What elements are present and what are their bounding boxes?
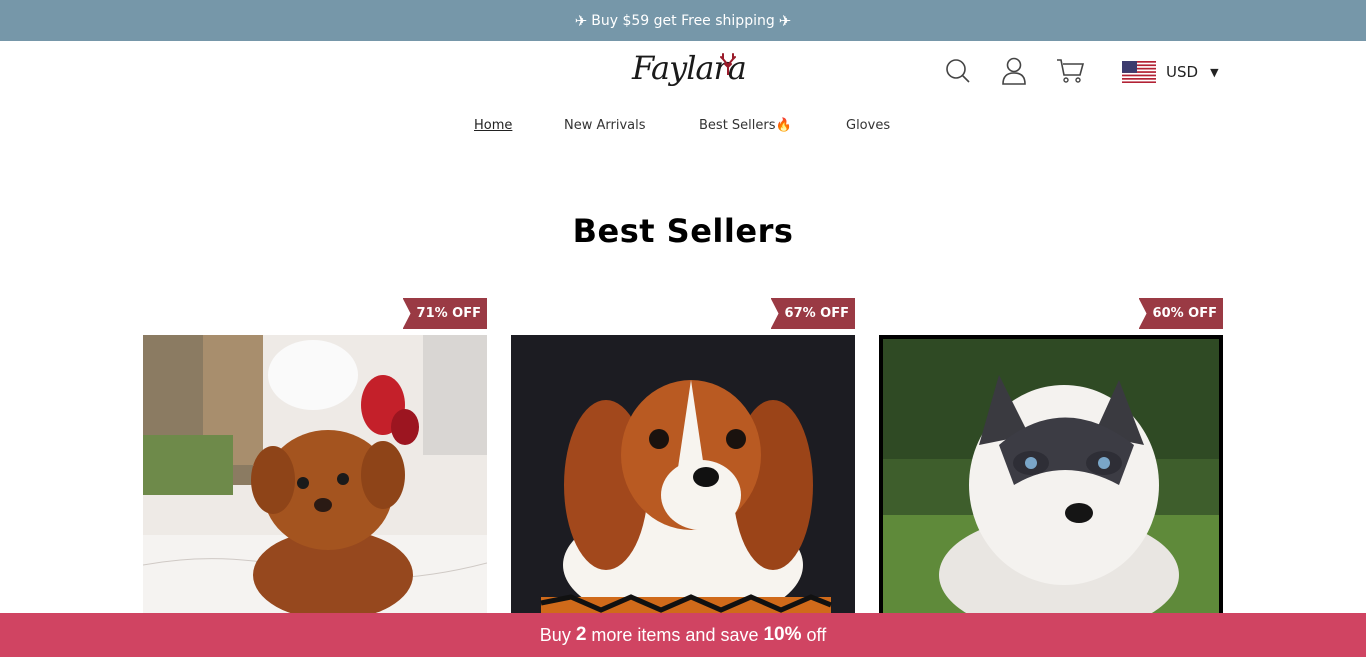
cart-icon[interactable] <box>1056 57 1084 85</box>
account-icon[interactable] <box>1000 57 1028 85</box>
product-image-poodle-puppy[interactable] <box>143 335 487 615</box>
discount-badge: 67% OFF <box>770 298 855 329</box>
site-logo[interactable]: Faylara <box>632 47 747 103</box>
site-header: Faylara USD ▼ <box>0 41 1366 105</box>
product-card[interactable]: 67% OFF <box>511 298 855 618</box>
promo-prefix: Buy <box>539 624 571 645</box>
promo-bar[interactable]: Buy 2 more items and save 10% off <box>0 613 1366 657</box>
announcement-text: Buy $59 get Free shipping <box>591 12 775 29</box>
promo-count: 2 <box>575 624 587 645</box>
nav-item-new-arrivals[interactable]: New Arrivals <box>564 118 646 133</box>
nav-item-best-sellers[interactable]: Best Sellers🔥 <box>699 118 792 133</box>
product-image-husky-puppy[interactable] <box>879 335 1223 615</box>
section-title: Best Sellers <box>572 212 794 250</box>
currency-label: USD <box>1166 63 1199 81</box>
discount-badge: 71% OFF <box>402 298 487 329</box>
product-card[interactable]: 60% OFF <box>879 298 1223 618</box>
antler-icon <box>720 53 736 75</box>
main-nav: Home New Arrivals Best Sellers🔥 Gloves <box>0 118 1366 140</box>
airplane-icon: ✈ <box>778 11 792 30</box>
search-icon[interactable] <box>944 57 972 85</box>
promo-suffix: off <box>806 624 827 645</box>
chevron-down-icon: ▼ <box>1210 65 1219 79</box>
announcement-bar: ✈ Buy $59 get Free shipping ✈ <box>0 0 1366 41</box>
us-flag-icon <box>1122 61 1156 83</box>
promo-discount: 10% <box>763 624 802 645</box>
discount-badge: 60% OFF <box>1138 298 1223 329</box>
currency-selector[interactable]: USD ▼ <box>1122 61 1219 83</box>
airplane-icon: ✈ <box>574 11 588 30</box>
promo-middle: more items and save <box>591 624 759 645</box>
nav-item-gloves[interactable]: Gloves <box>846 118 890 133</box>
product-card[interactable]: 71% OFF <box>143 298 487 618</box>
product-image-cavalier-puppy[interactable] <box>511 335 855 615</box>
nav-item-home[interactable]: Home <box>474 118 512 133</box>
